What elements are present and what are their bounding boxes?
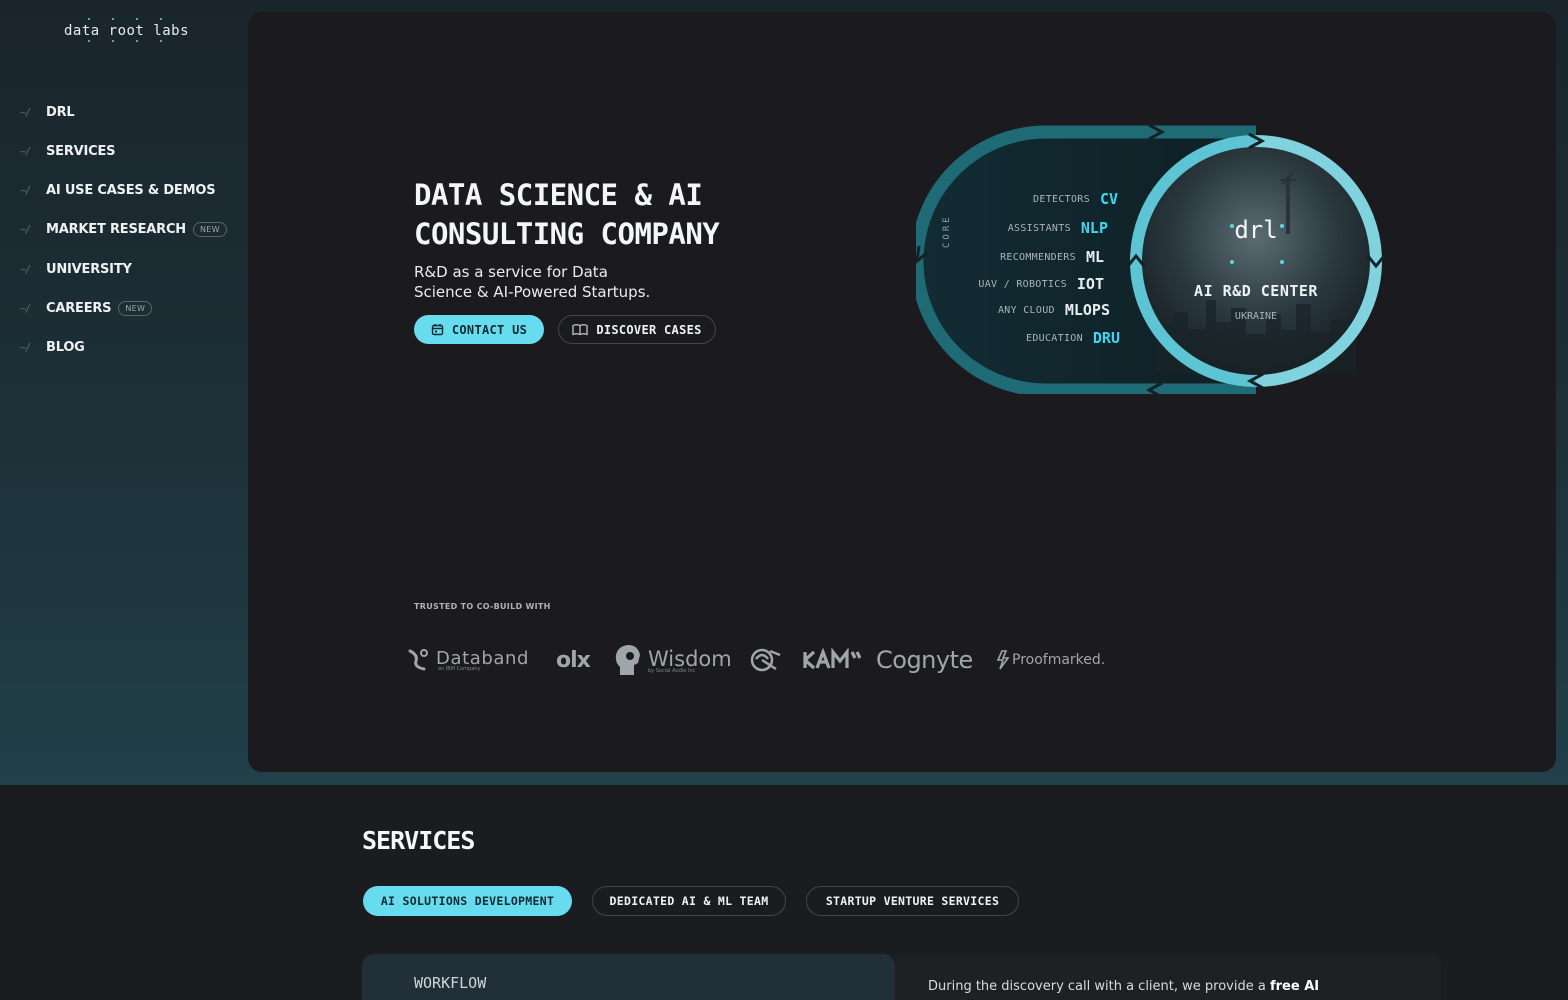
ornament-logo-icon <box>750 648 781 672</box>
capability-row-ml: RECOMMENDERS ML <box>936 248 1104 266</box>
partner-name: Proofmarked. <box>1012 652 1106 668</box>
partner-name: Wisdom <box>648 646 732 671</box>
capability-label: ANY CLOUD <box>997 304 1055 316</box>
capability-label: UAV / ROBOTICS <box>978 278 1067 290</box>
partner-logo-olx: olx <box>556 640 591 680</box>
logo-dots <box>64 16 204 46</box>
capability-row-nlp: ASSISTANTS NLP <box>956 219 1108 237</box>
new-badge: NEW <box>192 222 227 238</box>
nav-item-market-research[interactable]: ~/ MARKET RESEARCH NEW <box>20 220 227 240</box>
databand-icon <box>408 649 428 671</box>
drl-center-logo: drl <box>1234 216 1278 244</box>
nav-tick-icon: ~/ <box>20 184 31 198</box>
rnd-center-title: AI R&D CENTER <box>1194 282 1318 300</box>
nav-item-label: UNIVERSITY <box>46 261 132 277</box>
trusted-label: TRUSTED TO CO-BUILD WITH <box>414 602 551 611</box>
nav-item-careers[interactable]: ~/ CAREERS NEW <box>20 298 227 318</box>
main-nav: ~/ DRL ~/ SERVICES ~/ AI USE CASES & DEM… <box>20 102 227 377</box>
site-logo[interactable]: data root labs <box>64 16 189 42</box>
capability-code: MLOPS <box>1064 301 1110 319</box>
discover-cases-label: DISCOVER CASES <box>596 322 702 337</box>
nav-tick-icon: ~/ <box>20 144 31 158</box>
partner-name: Cognyte <box>876 646 973 674</box>
capabilities-diagram: CORE DETECTORS CV ASSISTANTS NLP RECOMME… <box>916 124 1396 394</box>
capability-label: EDUCATION <box>1026 332 1083 344</box>
nav-item-services[interactable]: ~/ SERVICES <box>20 141 227 161</box>
hero-subtitle-line: R&D as a service for Data <box>414 263 608 281</box>
nav-tick-icon: ~/ <box>20 223 31 237</box>
nav-item-label: AI USE CASES & DEMOS <box>46 183 216 199</box>
partner-name: olx <box>556 647 591 673</box>
nav-item-drl[interactable]: ~/ DRL <box>20 102 227 122</box>
calendar-icon <box>431 324 444 336</box>
workflow-card: WORKFLOW <box>362 954 895 1000</box>
capability-code: CV <box>1099 190 1118 208</box>
partner-logo-ornament <box>748 640 784 680</box>
hero-title-line: DATA SCIENCE & AI <box>414 178 703 212</box>
nav-tick-icon: ~/ <box>20 262 31 276</box>
tab-dedicated-ai-ml-team[interactable]: DEDICATED AI & ML TEAM <box>592 886 786 916</box>
wisdom-head-icon <box>615 645 640 675</box>
capability-row-iot: UAV / ROBOTICS IOT <box>936 275 1104 293</box>
hero-subtitle-line: Science & AI-Powered Startups. <box>414 283 651 301</box>
sidebar: data root labs ~/ DRL ~/ SERVICES ~/ AI … <box>0 0 248 785</box>
capability-label: RECOMMENDERS <box>1000 251 1076 263</box>
hero-subtitle: R&D as a service for Data Science & AI-P… <box>414 262 714 302</box>
service-description-card: During the discovery call with a client,… <box>895 954 1441 1000</box>
nav-item-ai-use-cases[interactable]: ~/ AI USE CASES & DEMOS <box>20 181 227 201</box>
nav-item-label: SERVICES <box>46 143 116 159</box>
capability-label: DETECTORS <box>1033 193 1090 205</box>
kam-logo-icon <box>803 648 861 670</box>
partner-logo-wisdom: Wisdom by Social Audio Inc <box>614 640 732 680</box>
nav-tick-icon: ~/ <box>20 301 31 315</box>
capability-code: NLP <box>1080 219 1108 237</box>
workflow-label: WORKFLOW <box>414 974 487 992</box>
nav-tick-icon: ~/ <box>20 105 31 119</box>
book-icon <box>572 324 588 336</box>
hero-title: DATA SCIENCE & AI CONSULTING COMPANY <box>414 176 720 254</box>
nav-item-blog[interactable]: ~/ BLOG <box>20 338 227 358</box>
rnd-center-subtitle: UKRAINE <box>1234 311 1278 322</box>
services-title: SERVICES <box>362 826 475 855</box>
nav-item-university[interactable]: ~/ UNIVERSITY <box>20 259 227 279</box>
hero-title-line: CONSULTING COMPANY <box>414 217 720 251</box>
nav-item-label: CAREERS <box>46 300 112 316</box>
capability-row-mlops: ANY CLOUD MLOPS <box>936 301 1110 319</box>
new-badge: NEW <box>118 300 153 316</box>
nav-item-label: DRL <box>46 104 75 120</box>
partner-logo-proofmarked: Proofmarked. <box>996 640 1105 680</box>
nav-item-label: MARKET RESEARCH <box>46 222 186 238</box>
proofmarked-icon <box>996 650 1010 670</box>
service-description: During the discovery call with a client,… <box>928 979 1319 994</box>
core-label: CORE <box>942 214 952 248</box>
capability-code: DRU <box>1092 329 1120 347</box>
capability-code: IOT <box>1076 275 1104 293</box>
contact-us-label: CONTACT US <box>451 322 528 337</box>
capability-code: ML <box>1085 248 1104 266</box>
partner-logo-kam <box>803 640 861 680</box>
tab-startup-venture-services[interactable]: STARTUP VENTURE SERVICES <box>806 886 1019 916</box>
partner-logo-databand: Databand an IBM Company <box>406 640 529 680</box>
nav-tick-icon: ~/ <box>20 341 31 355</box>
service-description-bold: free AI <box>1269 979 1320 994</box>
service-description-text: During the discovery call with a client,… <box>928 979 1270 994</box>
hero-card: DATA SCIENCE & AI CONSULTING COMPANY R&D… <box>248 12 1556 772</box>
capability-row-cv: DETECTORS CV <box>976 190 1118 208</box>
partner-logo-cognyte: Cognyte <box>876 640 973 680</box>
discover-cases-button[interactable]: DISCOVER CASES <box>558 315 716 344</box>
capability-row-dru: EDUCATION DRU <box>956 329 1120 347</box>
nav-item-label: BLOG <box>46 340 85 356</box>
capability-label: ASSISTANTS <box>1007 222 1071 234</box>
tab-ai-solutions-development[interactable]: AI SOLUTIONS DEVELOPMENT <box>363 886 572 916</box>
contact-us-button[interactable]: CONTACT US <box>414 315 544 344</box>
